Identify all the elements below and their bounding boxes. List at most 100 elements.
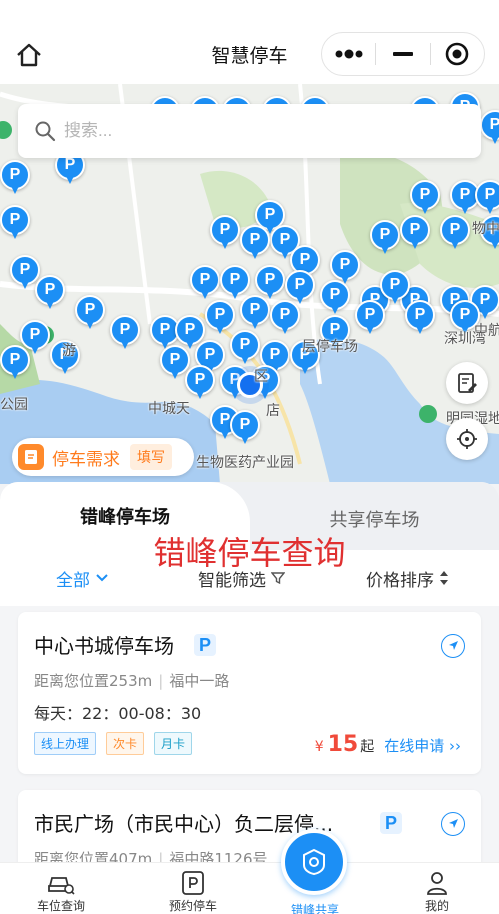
parking-card[interactable]: 市民广场（市民中心）负二层停... P 距离您位置407m | 福中路1126号 bbox=[18, 790, 481, 862]
parking-pin-tail bbox=[196, 391, 204, 399]
parking-pin[interactable]: P bbox=[320, 280, 350, 316]
parking-pin-tail bbox=[366, 326, 374, 334]
parking-pin-tail bbox=[221, 241, 229, 249]
report-button[interactable] bbox=[446, 362, 488, 404]
navigate-button[interactable] bbox=[441, 812, 465, 836]
parking-pin[interactable]: P bbox=[185, 365, 215, 401]
parking-pin-tail bbox=[491, 136, 499, 144]
parking-pin-tail bbox=[301, 366, 309, 374]
opening-hours: 每天：22：00-08：30 bbox=[34, 704, 202, 723]
nav-reserve[interactable]: 预约停车 bbox=[148, 869, 238, 914]
nav-mine[interactable]: 我的 bbox=[392, 869, 482, 914]
map-label: 公园 bbox=[0, 396, 28, 412]
minimize-icon bbox=[392, 52, 413, 56]
parking-pin-tail bbox=[46, 301, 54, 309]
parking-pin[interactable]: P bbox=[230, 410, 260, 446]
search-input[interactable] bbox=[64, 121, 444, 141]
map-label: 层停车场 bbox=[302, 338, 358, 354]
close-target-icon bbox=[446, 42, 469, 66]
road-text: 福中一路 bbox=[169, 672, 230, 690]
tag-online: 线上办理 bbox=[34, 732, 97, 755]
parking-pin[interactable]: P bbox=[75, 295, 105, 331]
minimize-button[interactable] bbox=[376, 33, 429, 75]
parking-pin[interactable]: P bbox=[0, 205, 30, 241]
parking-pin-tail bbox=[61, 366, 69, 374]
nav-spot-search[interactable]: 车位查询 bbox=[16, 869, 106, 914]
apply-online-link[interactable]: 在线申请 ›› bbox=[384, 735, 461, 756]
top-bar: 智慧停车 bbox=[0, 0, 499, 84]
parking-pin-tail bbox=[11, 186, 19, 194]
road-text: 福中路1126号 bbox=[169, 850, 268, 862]
nav-offpeak-share[interactable] bbox=[281, 829, 347, 895]
parking-pin[interactable]: P bbox=[0, 345, 30, 381]
map-label: 区 bbox=[254, 368, 268, 384]
price-currency: ¥ bbox=[314, 739, 324, 755]
close-button[interactable] bbox=[431, 33, 484, 75]
parking-pin[interactable]: P bbox=[440, 215, 470, 251]
demand-fill-button[interactable]: 填写 bbox=[130, 444, 172, 470]
parking-pin[interactable]: P bbox=[240, 225, 270, 261]
distance-info: 距离您位置253m | 福中一路 bbox=[34, 670, 229, 691]
navigation-arrow-icon bbox=[449, 641, 458, 650]
parking-pin-tail bbox=[331, 306, 339, 314]
parking-pin[interactable]: P bbox=[210, 215, 240, 251]
parking-pin-tail bbox=[461, 206, 469, 214]
parking-pin[interactable]: P bbox=[110, 315, 140, 351]
map-label: 游 bbox=[62, 342, 76, 358]
search-bar[interactable] bbox=[18, 104, 481, 158]
parking-pin[interactable]: P bbox=[405, 300, 435, 336]
parking-pin[interactable]: P bbox=[230, 330, 260, 366]
share-parking-icon bbox=[303, 848, 325, 876]
distance-text: 距离您位置407m bbox=[34, 850, 153, 862]
divider: | bbox=[158, 850, 164, 862]
parking-pin-tail bbox=[411, 241, 419, 249]
parking-pin-tail bbox=[31, 346, 39, 354]
parking-reserve-icon bbox=[182, 871, 204, 895]
navigate-button[interactable] bbox=[441, 634, 465, 658]
distance-text: 距离您位置253m bbox=[34, 672, 153, 690]
parking-pin[interactable]: P bbox=[480, 110, 499, 146]
locate-crosshair-icon bbox=[457, 429, 477, 449]
chevron-down-icon bbox=[96, 574, 108, 582]
nav-label-active: 错峰共享 bbox=[290, 903, 339, 914]
parking-pin[interactable]: P bbox=[190, 265, 220, 301]
price-value: 15 bbox=[327, 732, 359, 757]
parking-pin-tail bbox=[251, 251, 259, 259]
parking-pin[interactable]: P bbox=[0, 160, 30, 196]
parking-pin-tail bbox=[11, 371, 19, 379]
price-suffix: 起 bbox=[360, 739, 375, 755]
parking-pin-tail bbox=[391, 296, 399, 304]
parking-p-icon: P bbox=[194, 634, 216, 656]
map-label: 物中 bbox=[472, 220, 499, 236]
more-button[interactable] bbox=[322, 33, 375, 75]
more-dots-icon bbox=[335, 49, 363, 59]
parking-pin-tail bbox=[416, 326, 424, 334]
demand-form-icon bbox=[18, 444, 44, 470]
miniprogram-capsule bbox=[321, 32, 485, 76]
map-label: 店 bbox=[266, 402, 280, 418]
parking-pin-tail bbox=[216, 326, 224, 334]
parking-pin-tail bbox=[421, 206, 429, 214]
parking-pin[interactable]: P bbox=[370, 220, 400, 256]
edit-document-icon bbox=[458, 373, 477, 393]
parking-pin[interactable]: P bbox=[475, 180, 499, 216]
parking-pin[interactable]: P bbox=[400, 215, 430, 251]
parking-demand-pill[interactable]: 停车需求 填写 bbox=[12, 438, 194, 476]
parking-pin[interactable]: P bbox=[410, 180, 440, 216]
parking-pin-tail bbox=[231, 391, 239, 399]
parking-pin-tail bbox=[451, 241, 459, 249]
parking-card[interactable]: 中心书城停车场 P 距离您位置253m | 福中一路 每天：22：00-08：30 … bbox=[18, 612, 481, 774]
nav-label: 预约停车 bbox=[168, 899, 217, 913]
nav-label: 车位查询 bbox=[36, 899, 85, 913]
locate-button[interactable] bbox=[446, 418, 488, 460]
parking-pin-tail bbox=[231, 291, 239, 299]
parking-pin-tail bbox=[201, 291, 209, 299]
parking-pin-tail bbox=[241, 356, 249, 364]
parking-pin-tail bbox=[221, 431, 229, 439]
parking-pin[interactable]: P bbox=[240, 295, 270, 331]
parking-pin[interactable]: P bbox=[270, 300, 300, 336]
parking-pin-tail bbox=[66, 176, 74, 184]
parking-pin-tail bbox=[481, 311, 489, 319]
parking-pin[interactable]: P bbox=[35, 275, 65, 311]
tag-monthly: 月卡 bbox=[154, 732, 193, 755]
